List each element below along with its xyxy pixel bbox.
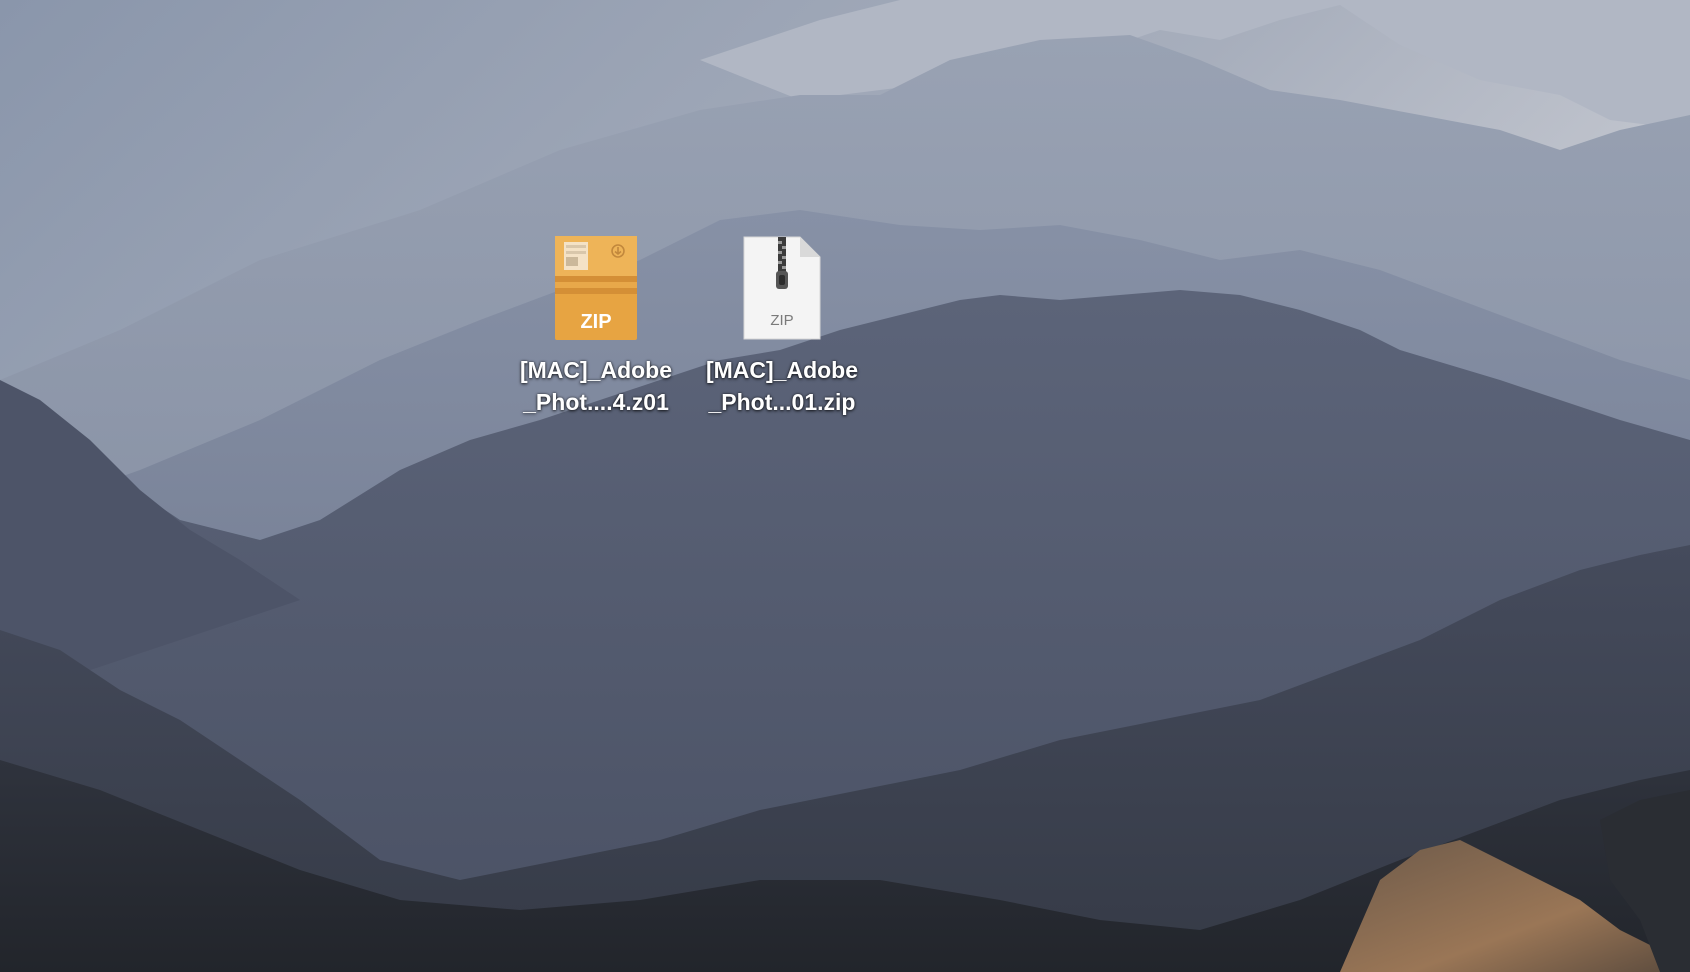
zip-badge-2: ZIP — [770, 312, 793, 329]
desktop-file-z01[interactable]: ZIP [MAC]_Adobe _Phot....4.z01 — [508, 228, 684, 418]
file-name-line2: _Phot...01.zip — [708, 389, 856, 415]
file-name-label: [MAC]_Adobe _Phot...01.zip — [694, 354, 870, 418]
file-name-label: [MAC]_Adobe _Phot....4.z01 — [508, 354, 684, 418]
file-name-line2: _Phot....4.z01 — [523, 389, 669, 415]
zip-document-icon: ZIP — [694, 228, 870, 348]
file-name-line1: [MAC]_Adobe — [705, 357, 859, 383]
desktop-file-zip[interactable]: ZIP [MAC]_Adobe _Phot...01.zip — [694, 228, 870, 418]
desktop[interactable]: ZIP [MAC]_Adobe _Phot....4.z01 ZIP [MAC]… — [0, 0, 1690, 972]
archive-utility-zip-icon: ZIP — [508, 228, 684, 348]
file-name-line1: [MAC]_Adobe — [519, 357, 673, 383]
wallpaper-mountains — [0, 0, 1690, 972]
zip-badge-1: ZIP — [580, 311, 611, 333]
